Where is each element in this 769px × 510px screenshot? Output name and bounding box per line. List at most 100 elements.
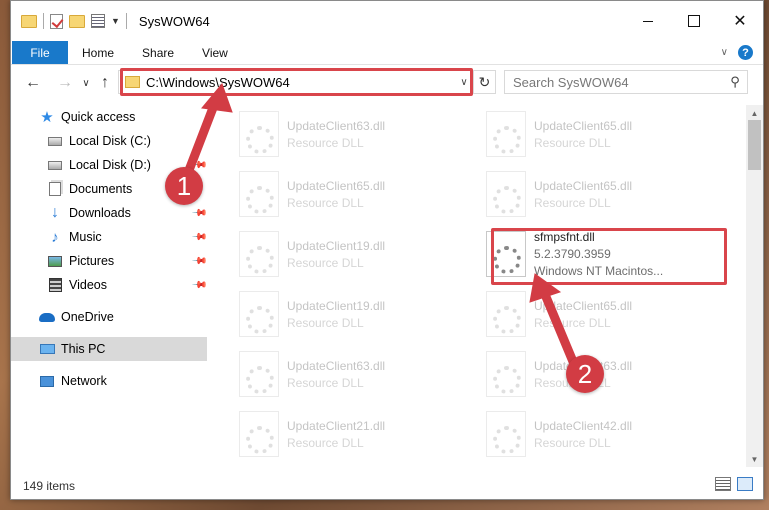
list-item[interactable]: UpdateClient65.dll Resource DLL [480, 167, 710, 221]
file-type: Resource DLL [287, 195, 364, 210]
help-icon[interactable]: ? [738, 45, 753, 60]
drive-icon [48, 136, 62, 146]
large-icons-view-icon[interactable] [737, 477, 753, 491]
search-icon[interactable]: ⚲ [723, 74, 747, 90]
file-type: Resource DLL [534, 315, 611, 330]
title-bar: ▼ SysWOW64 ✕ [11, 1, 763, 41]
scroll-up-icon[interactable]: ▲ [746, 105, 763, 121]
file-name: UpdateClient65.dll [534, 178, 633, 193]
tab-file[interactable]: File [12, 41, 68, 64]
file-name: UpdateClient63.dll [287, 358, 386, 373]
sidebar-item-label: Local Disk (C:) [69, 134, 151, 148]
dll-file-icon [486, 291, 526, 337]
computer-icon [39, 344, 55, 354]
folder-icon [125, 76, 140, 88]
file-type: Resource DLL [534, 195, 611, 210]
list-item[interactable]: UpdateClient21.dll Resource DLL [233, 407, 463, 461]
minimize-icon[interactable] [625, 1, 671, 41]
list-item[interactable]: UpdateClient65.dll Resource DLL [480, 287, 710, 341]
file-name: UpdateClient19.dll [287, 298, 386, 313]
address-bar[interactable]: C:\Windows\SysWOW64 ∨ ↻ [118, 70, 496, 94]
list-item[interactable]: UpdateClient42.dll Resource DLL [480, 407, 710, 461]
properties-check-icon[interactable] [50, 13, 63, 29]
sidebar-item-videos[interactable]: Videos 📌 [11, 273, 207, 297]
sidebar-item-pictures[interactable]: Pictures 📌 [11, 249, 207, 273]
sidebar-item-label: Documents [69, 182, 133, 196]
list-item[interactable]: UpdateClient63.dll Resource DLL [233, 107, 463, 161]
network-icon [40, 375, 54, 387]
status-bar: 149 items [11, 475, 763, 497]
view-switcher [715, 477, 753, 491]
address-dropdown-icon[interactable]: ∨ [455, 77, 473, 88]
list-item[interactable]: UpdateClient19.dll Resource DLL [233, 287, 463, 341]
window-controls: ✕ [625, 1, 763, 41]
target-file-item[interactable]: sfmpsfnt.dll 5.2.3790.3959 Windows NT Maci… [480, 227, 710, 281]
up-arrow-icon[interactable]: ↑ [93, 71, 117, 95]
file-name: sfmpsfnt.dll [534, 230, 595, 244]
sidebar-item-onedrive[interactable]: OneDrive [11, 305, 207, 329]
sidebar-item-label: Music [69, 230, 102, 244]
pin-icon[interactable]: 📌 [190, 205, 207, 222]
dll-file-icon [486, 231, 526, 277]
navigation-bar: ← → ∨ ↑ C:\Windows\SysWOW64 ∨ ↻ Search S… [11, 65, 763, 101]
sidebar-item-network[interactable]: Network [11, 369, 207, 393]
tab-home[interactable]: Home [68, 41, 128, 64]
pin-icon[interactable]: 📌 [190, 229, 207, 246]
file-type: Resource DLL [287, 135, 364, 150]
list-item[interactable]: UpdateClient19.dll Resource DLL [233, 227, 463, 281]
pin-icon[interactable]: 📌 [190, 277, 207, 294]
tab-share[interactable]: Share [128, 41, 188, 64]
dll-file-icon [239, 351, 279, 397]
close-icon[interactable]: ✕ [717, 1, 763, 41]
sidebar-item-local-disk-c[interactable]: Local Disk (C:) [11, 129, 207, 153]
file-type: Resource DLL [534, 135, 611, 150]
list-item[interactable]: UpdateClient65.dll Resource DLL [480, 107, 710, 161]
expand-ribbon-icon[interactable]: ∨ [721, 47, 728, 58]
sidebar-item-music[interactable]: ♪ Music 📌 [11, 225, 207, 249]
file-name: UpdateClient63.dll [287, 118, 386, 133]
pictures-icon [48, 255, 62, 267]
recent-locations-chevron-icon[interactable]: ∨ [79, 71, 93, 95]
scroll-thumb[interactable] [748, 120, 761, 170]
file-type: Resource DLL [287, 255, 364, 270]
file-name: UpdateClient19.dll [287, 238, 386, 253]
maximize-icon[interactable] [671, 1, 717, 41]
divider [125, 13, 127, 29]
search-placeholder: Search SysWOW64 [513, 74, 629, 90]
dll-file-icon [486, 171, 526, 217]
dll-file-icon [239, 291, 279, 337]
vertical-scrollbar[interactable]: ▲ ▼ [746, 105, 763, 467]
chevron-down-icon[interactable]: ▼ [111, 16, 120, 26]
sidebar-item-this-pc[interactable]: This PC [11, 337, 207, 361]
sidebar-item-label: Videos [69, 278, 107, 292]
download-arrow-icon: ↓ [51, 204, 59, 221]
explorer-window: ▼ SysWOW64 ✕ File Home Share View ∨ ? ← … [10, 0, 764, 500]
customize-toolbar-icon[interactable] [91, 14, 105, 28]
item-count: 149 items [23, 479, 76, 493]
list-item[interactable]: UpdateClient63.dll Resource DLL [233, 347, 463, 401]
pin-icon[interactable]: 📌 [190, 253, 207, 270]
new-folder-icon[interactable] [69, 14, 85, 28]
scroll-down-icon[interactable]: ▼ [746, 451, 763, 467]
file-type: Resource DLL [534, 435, 611, 450]
forward-arrow-icon[interactable]: → [53, 71, 77, 95]
folder-icon [21, 14, 37, 28]
navigation-pane: ★ Quick access Local Disk (C:) Local Dis… [11, 105, 207, 467]
sidebar-item-label: This PC [61, 342, 106, 356]
back-arrow-icon[interactable]: ← [21, 71, 45, 95]
dll-file-icon [239, 411, 279, 457]
file-name: UpdateClient65.dll [534, 118, 633, 133]
refresh-icon[interactable]: ↻ [473, 71, 495, 93]
sidebar-item-quick-access[interactable]: ★ Quick access [11, 105, 207, 129]
details-view-icon[interactable] [715, 477, 731, 491]
dll-file-icon [239, 171, 279, 217]
sidebar-item-downloads[interactable]: ↓ Downloads 📌 [11, 201, 207, 225]
search-input[interactable]: Search SysWOW64 ⚲ [504, 70, 748, 94]
tab-view[interactable]: View [188, 41, 242, 64]
quick-access-toolbar: ▼ [21, 13, 127, 29]
file-description: Windows NT Macintos... [534, 264, 664, 278]
file-type: Resource DLL [287, 375, 364, 390]
list-item[interactable]: UpdateClient65.dll Resource DLL [233, 167, 463, 221]
cloud-icon [39, 312, 55, 322]
address-path[interactable]: C:\Windows\SysWOW64 [146, 75, 455, 90]
